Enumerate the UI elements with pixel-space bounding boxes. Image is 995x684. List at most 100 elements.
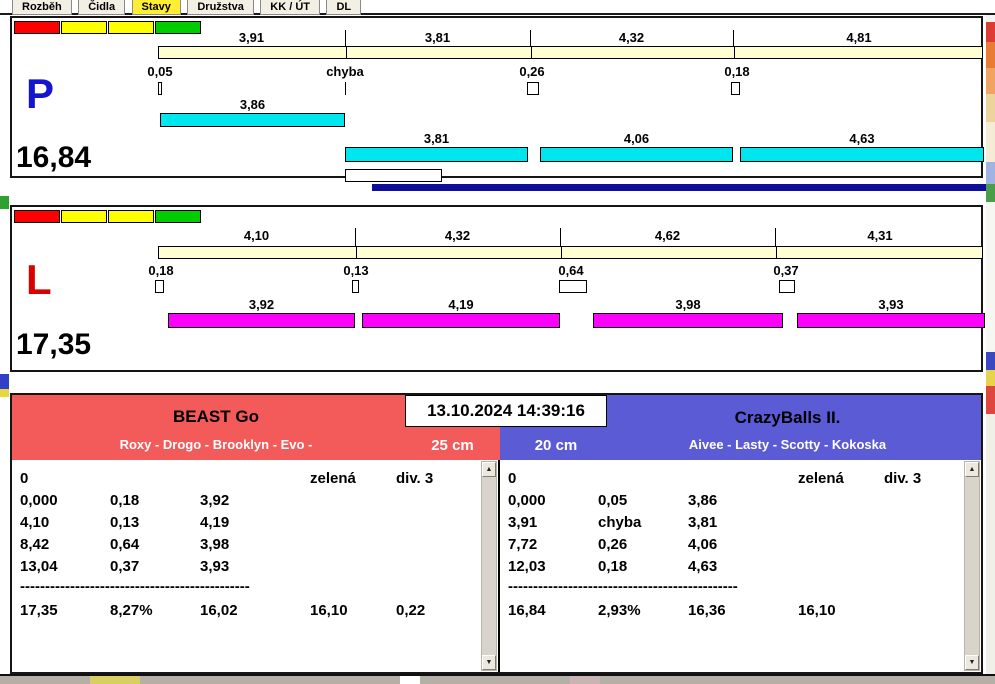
results-header-row: 0 zelená div. 3 [12,470,478,488]
cell-value: 3,92 [200,492,229,509]
run-time-label: 4,63 [740,131,984,146]
lane-letter-l: L [26,259,52,301]
light-red-icon [14,210,60,223]
results-row: 12,03 0,18 4,63 [500,558,961,576]
edge-color-segment [0,374,9,389]
cell-value: chyba [598,514,641,531]
lane-total-p: 16,84 [16,143,91,173]
edge-color-segment [570,676,600,684]
gap-value: 0,37 [751,263,821,278]
results-header-row: 0 zelená div. 3 [500,470,961,488]
gap-marker [559,280,587,293]
divider-dashes: ----------------------------------------… [20,578,250,595]
desktop-edge-strip-right [986,0,995,684]
gap-value: 0,26 [497,64,567,79]
ruler-segment-label: 4,81 [733,30,985,44]
results-row: 8,42 0,64 3,98 [12,536,478,554]
gap-value: chyba [310,64,380,79]
cell-value: 3,98 [200,536,229,553]
scroll-up-icon[interactable]: ▲ [965,462,979,477]
cell-value: 0,05 [598,492,627,509]
results-totals-row: 16,84 2,93% 16,36 16,10 [500,602,961,620]
ruler-segment-label: 4,10 [158,228,355,242]
edge-color-segment [986,386,995,414]
ruler-tick [346,47,347,58]
edge-color-segment [90,676,140,684]
results-row: 0,000 0,05 3,86 [500,492,961,510]
run-time-label: 3,81 [345,131,528,146]
results-row: 13,04 0,37 3,93 [12,558,478,576]
scroll-up-icon[interactable]: ▲ [482,462,496,477]
team-left-players: Roxy - Drogo - Brooklyn - Evo - [12,437,420,452]
results-totals-row: 17,35 8,27% 16,02 16,10 0,22 [12,602,478,620]
cell-value: 16,10 [798,602,836,619]
gap-marker [527,82,539,95]
light-yellow2-icon [108,21,154,34]
cell-value: 8,27% [110,602,153,619]
results-row: 7,72 0,26 4,06 [500,536,961,554]
edge-color-segment [986,414,995,684]
run-time-bar [593,313,783,328]
cell-value: zelená [310,470,356,487]
light-yellow1-icon [61,210,107,223]
tab-bar: Rozběh Čidla Stavy Družstva KK / ÚT DL [0,0,995,15]
position-slider[interactable] [345,169,442,182]
tab-stavy[interactable]: Stavy [132,0,181,15]
datetime-box: 13.10.2024 14:39:16 [405,395,607,427]
run-time-bar [345,147,528,162]
scrollbar[interactable]: ▲ ▼ [964,461,980,671]
team-right-players: Aivee - Lasty - Scotty - Kokoska [594,437,981,452]
tab-cidla[interactable]: Čidla [78,0,125,15]
edge-color-segment [0,196,9,209]
desktop-edge-strip-bottom [0,674,995,684]
results-divider: ----------------------------------------… [500,578,961,596]
edge-color-segment [986,94,995,122]
edge-color-segment [986,202,995,352]
scoreboard: 13.10.2024 14:39:16 BEAST Go Roxy - Drog… [10,393,983,674]
divider-dashes: ----------------------------------------… [508,578,738,595]
scroll-down-icon[interactable]: ▼ [965,655,979,670]
cell-value: 0,22 [396,602,425,619]
start-lights-l [14,210,202,223]
run-time-bar [160,113,345,127]
results-row: 4,10 0,13 4,19 [12,514,478,532]
gap-value: 0,18 [126,263,196,278]
cell-value: 8,42 [20,536,49,553]
edge-color-segment [986,370,995,386]
team-right-name: CrazyBalls II. [594,408,981,428]
edge-color-segment [986,68,995,94]
gap-marker [158,82,162,95]
edge-color-segment [600,676,995,684]
cell-value: 4,06 [688,536,717,553]
cell-value: 3,93 [200,558,229,575]
lane-total-l: 17,35 [16,330,91,360]
edge-color-segment [0,676,90,684]
edge-color-segment [400,676,420,684]
gap-marker-error [345,82,346,95]
ruler-tick [531,47,532,58]
run-time-bar [540,147,733,162]
run-time-label: 3,98 [593,297,783,312]
gap-value: 0,05 [125,64,195,79]
run-time-label: 3,93 [797,297,985,312]
tab-druzstva[interactable]: Družstva [187,0,253,15]
time-ruler-l [158,246,983,259]
run-time-label: 4,19 [362,297,560,312]
run-time-bar [740,147,984,162]
tab-rozbeh[interactable]: Rozběh [12,0,72,15]
gap-marker [731,82,740,95]
tab-dl[interactable]: DL [326,0,361,15]
results-row: 3,91 chyba 3,81 [500,514,961,532]
team-left-name: BEAST Go [12,407,420,427]
scroll-down-icon[interactable]: ▼ [482,655,496,670]
lane-panel-p: 3,91 3,81 4,32 4,81 0,05 chyba 0,26 0,18… [10,16,983,178]
gap-value: 0,64 [536,263,606,278]
edge-color-segment [986,22,995,42]
scrollbar[interactable]: ▲ ▼ [481,461,497,671]
cell-value: 0,13 [110,514,139,531]
ruler-segment-label: 4,32 [355,228,560,242]
results-panel-left: 0 zelená div. 3 0,000 0,18 3,92 4,10 0,1… [12,460,498,672]
ruler-tick [561,247,562,258]
tab-kk-ut[interactable]: KK / ÚT [260,0,320,15]
cell-value: 0,000 [20,492,58,509]
